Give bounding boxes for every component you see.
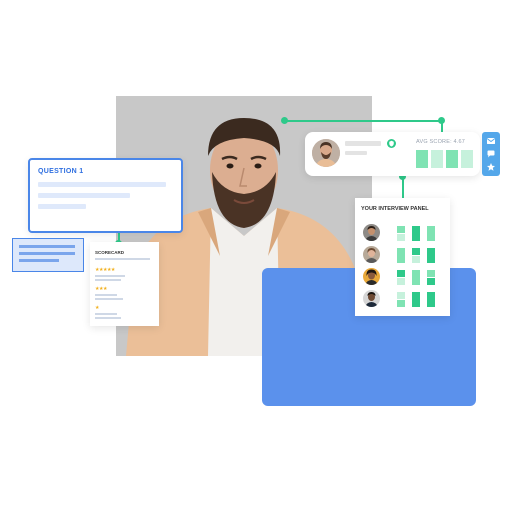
avg-score-bar	[446, 150, 458, 168]
panel-score-cell	[397, 292, 405, 299]
candidate-avatar	[312, 139, 340, 167]
panel-score-cell	[397, 270, 405, 277]
scorecard-line	[95, 279, 121, 281]
chat-icon[interactable]	[486, 149, 496, 159]
panelist-4-avatar-icon	[363, 290, 380, 307]
avg-score-label: AVG SCORE: 4.67	[416, 139, 466, 145]
candidate-profile-card[interactable]: AVG SCORE: 4.67	[305, 132, 480, 176]
note-text-line	[19, 245, 75, 248]
scorecard-title: SCORECARD	[95, 250, 125, 255]
question-text-line	[38, 193, 130, 198]
scorecard-line	[95, 313, 117, 315]
candidate-avatar-icon	[312, 139, 340, 167]
avg-score-bar	[461, 150, 473, 168]
scorecard-line	[95, 317, 121, 319]
panel-score-cell	[427, 278, 435, 285]
panel-score-cell	[427, 292, 435, 307]
panel-score-cell	[397, 234, 405, 241]
avg-score-bar	[431, 150, 443, 168]
panel-score-cell	[412, 248, 420, 255]
panel-score-cell	[412, 256, 420, 263]
question-text-line	[38, 182, 166, 187]
interview-panel-title: YOUR INTERVIEW PANEL	[361, 206, 429, 212]
scorecard-rating-stars: ★	[95, 305, 99, 311]
connector-line-top	[284, 120, 442, 122]
panel-score-cell	[427, 270, 435, 277]
side-toolbar	[482, 132, 500, 176]
candidate-detail-line	[345, 151, 367, 155]
panelist-2-avatar-icon	[363, 246, 380, 263]
note-text-line	[19, 252, 75, 255]
avg-score-bar	[416, 150, 428, 168]
panel-score-cell	[397, 300, 405, 307]
shield-icon	[387, 139, 396, 148]
scorecard-rating-stars: ★★★	[95, 286, 107, 292]
scorecard-line	[95, 275, 125, 277]
panel-score-cell	[412, 292, 420, 307]
panel-score-cell	[397, 226, 405, 233]
star-icon[interactable]	[486, 162, 496, 172]
note-card[interactable]	[12, 238, 84, 272]
candidate-name-line	[345, 141, 381, 146]
panel-score-cell	[397, 278, 405, 285]
scorecard-line	[95, 294, 117, 296]
interview-panel-card[interactable]: YOUR INTERVIEW PANEL	[355, 198, 450, 316]
note-text-line	[19, 259, 59, 262]
question-text-line	[38, 204, 86, 209]
panel-score-cell	[412, 270, 420, 285]
question-card[interactable]: QUESTION 1	[28, 158, 183, 233]
mail-icon[interactable]	[486, 136, 496, 146]
panelist-1-avatar-icon	[363, 224, 380, 241]
panelist-3-avatar-icon	[363, 268, 380, 285]
panel-score-cell	[427, 226, 435, 241]
scorecard-line	[95, 298, 123, 300]
panel-score-cell	[412, 226, 420, 241]
panelist-avatar	[363, 290, 380, 307]
panel-score-cell	[427, 248, 435, 263]
connector-dot-top-left	[281, 117, 288, 124]
panelist-avatar	[363, 268, 380, 285]
scorecard-rating-stars: ★★★★★	[95, 267, 115, 273]
panel-score-cell	[397, 248, 405, 263]
question-title: QUESTION 1	[38, 168, 84, 175]
panelist-avatar	[363, 246, 380, 263]
scorecard-line	[95, 258, 150, 260]
panelist-avatar	[363, 224, 380, 241]
scorecard[interactable]: SCORECARD ★★★★★ ★★★ ★	[90, 242, 159, 326]
